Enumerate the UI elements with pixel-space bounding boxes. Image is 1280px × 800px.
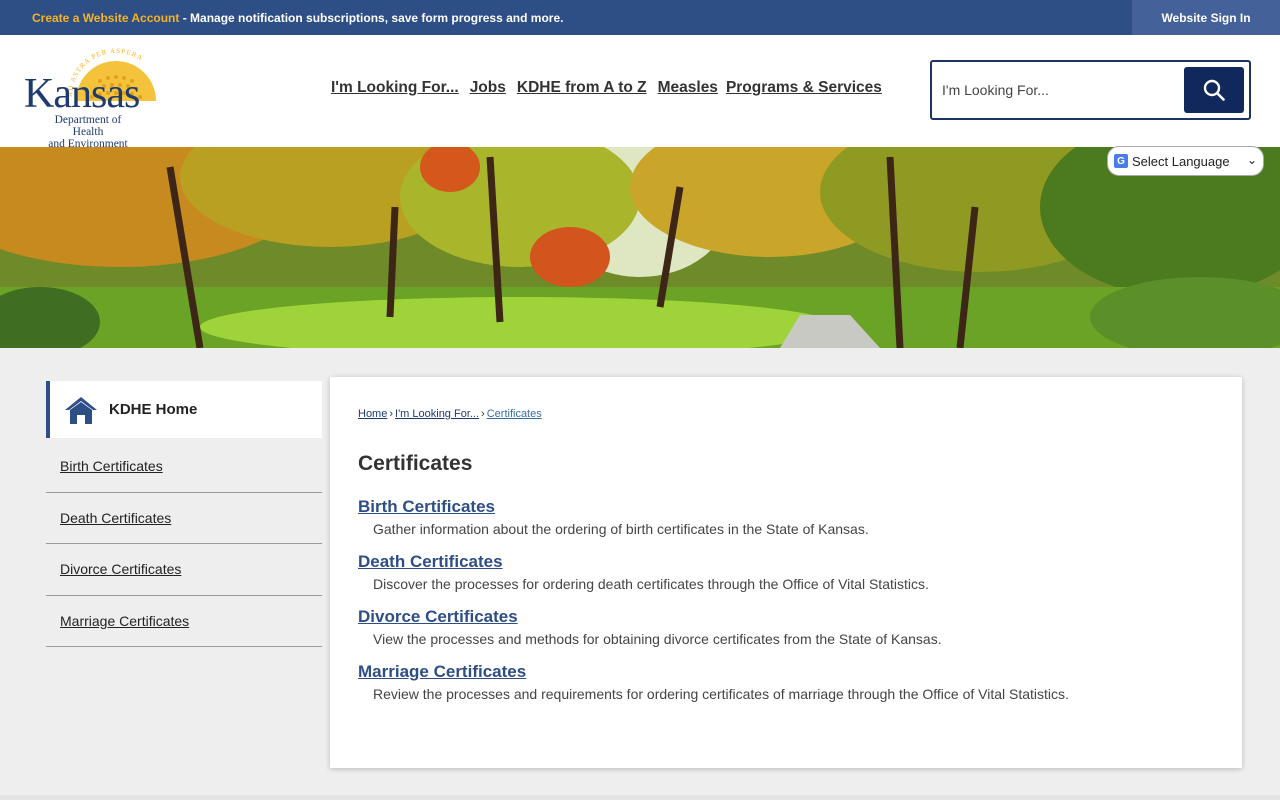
birth-certificates-description: Gather information about the ordering of… bbox=[373, 521, 869, 537]
search-icon bbox=[1203, 79, 1225, 101]
account-notice-text: - Manage notification subscriptions, sav… bbox=[179, 11, 564, 25]
logo-kansas-text: Kansas bbox=[24, 71, 140, 117]
search-button[interactable] bbox=[1184, 67, 1244, 113]
sidebar-home-link[interactable]: KDHE Home bbox=[46, 381, 322, 438]
top-bar: Create a Website Account - Manage notifi… bbox=[0, 0, 1280, 35]
breadcrumb-current[interactable]: Certificates bbox=[487, 408, 542, 420]
nav-jobs[interactable]: Jobs bbox=[470, 79, 506, 97]
breadcrumb: Home › I'm Looking For... › Certificates bbox=[358, 408, 542, 420]
sidebar-nav: Birth Certificates Death Certificates Di… bbox=[46, 441, 322, 647]
select-language-label: Select Language bbox=[1132, 153, 1230, 169]
google-translate-icon: G bbox=[1114, 154, 1128, 168]
autumn-trees-banner-image bbox=[0, 147, 1280, 348]
nav-measles[interactable]: Measles bbox=[658, 79, 718, 97]
select-language-dropdown[interactable]: G Select Language ⌄ bbox=[1107, 146, 1264, 176]
divorce-certificates-description: View the processes and methods for obtai… bbox=[373, 631, 942, 647]
account-notice: Create a Website Account - Manage notifi… bbox=[32, 11, 563, 25]
sidebar-item-marriage-certificates[interactable]: Marriage Certificates bbox=[46, 596, 322, 647]
website-sign-in-button[interactable]: Website Sign In bbox=[1132, 0, 1280, 35]
sidebar-item-birth-certificates[interactable]: Birth Certificates bbox=[46, 441, 322, 493]
content-card: Home › I'm Looking For... › Certificates Cer… bbox=[330, 377, 1242, 768]
list-item: Marriage Certificates Review the process… bbox=[358, 662, 1069, 717]
marriage-certificates-description: Review the processes and requirements fo… bbox=[373, 686, 1069, 702]
sidebar-home-label: KDHE Home bbox=[109, 401, 198, 418]
death-certificates-link[interactable]: Death Certificates bbox=[358, 552, 1069, 572]
page-title: Certificates bbox=[358, 452, 473, 475]
sidebar-item-divorce-certificates[interactable]: Divorce Certificates bbox=[46, 544, 322, 596]
divorce-certificates-link[interactable]: Divorce Certificates bbox=[358, 607, 1069, 627]
list-item: Divorce Certificates View the processes … bbox=[358, 607, 1069, 662]
logo-subtitle: Department of Health and Environment bbox=[38, 114, 138, 150]
nav-kdhe-a-to-z[interactable]: KDHE from A to Z bbox=[517, 79, 647, 97]
home-icon bbox=[65, 396, 97, 424]
marriage-certificates-link[interactable]: Marriage Certificates bbox=[358, 662, 1069, 682]
kdhe-logo[interactable]: AD ASTRA PER ASPERA Kansas Department of… bbox=[20, 45, 170, 150]
logo-subtitle-line-1: Department of Health bbox=[54, 114, 122, 138]
search-input[interactable] bbox=[942, 74, 1172, 106]
certificate-list: Birth Certificates Gather information ab… bbox=[358, 497, 1069, 717]
breadcrumb-home[interactable]: Home bbox=[358, 408, 387, 420]
nav-programs-services[interactable]: Programs & Services bbox=[726, 79, 882, 97]
create-account-link[interactable]: Create a Website Account bbox=[32, 11, 179, 25]
site-header: AD ASTRA PER ASPERA Kansas Department of… bbox=[0, 35, 1280, 150]
sidebar-item-death-certificates[interactable]: Death Certificates bbox=[46, 493, 322, 544]
main-nav: I'm Looking For... Jobs KDHE from A to Z… bbox=[331, 79, 893, 97]
search-box bbox=[930, 60, 1251, 120]
banner-scenery bbox=[0, 147, 1280, 348]
chevron-down-icon: ⌄ bbox=[1246, 153, 1257, 167]
birth-certificates-link[interactable]: Birth Certificates bbox=[358, 497, 1069, 517]
death-certificates-description: Discover the processes for ordering deat… bbox=[373, 576, 929, 592]
footer-divider bbox=[0, 795, 1280, 800]
breadcrumb-separator-icon: › bbox=[389, 408, 394, 420]
list-item: Birth Certificates Gather information ab… bbox=[358, 497, 1069, 552]
breadcrumb-separator-icon: › bbox=[481, 408, 485, 420]
nav-im-looking-for[interactable]: I'm Looking For... bbox=[331, 79, 459, 97]
breadcrumb-parent[interactable]: I'm Looking For... bbox=[395, 408, 479, 420]
list-item: Death Certificates Discover the processe… bbox=[358, 552, 1069, 607]
